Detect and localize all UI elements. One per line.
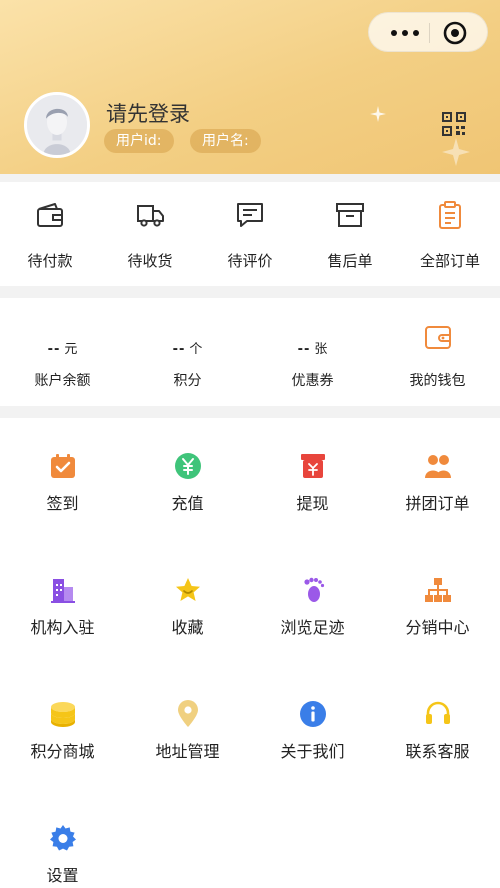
- avatar[interactable]: [24, 92, 90, 158]
- service-customer-support[interactable]: 联系客服: [375, 700, 500, 762]
- service-label: 充值: [171, 494, 204, 513]
- order-after-sales[interactable]: 售后单: [300, 200, 400, 271]
- login-prompt[interactable]: 请先登录: [106, 98, 190, 128]
- comment-icon: [237, 203, 263, 227]
- service-label: 签到: [46, 494, 79, 513]
- balance-value: -- 元: [47, 342, 78, 357]
- archive-box-icon: [336, 203, 364, 227]
- sparkle-icon: [442, 138, 470, 166]
- service-recharge[interactable]: 充值: [125, 452, 250, 514]
- service-group-orders[interactable]: 拼团订单: [375, 452, 500, 514]
- order-status-row: 待付款 待收货 待评价 售后单 全部订单: [0, 182, 500, 286]
- service-label: 浏览足迹: [280, 618, 345, 637]
- mini-program-capsule: [368, 12, 488, 52]
- service-label: 提现: [296, 494, 329, 513]
- asset-summary-row: -- 元 账户余额 -- 个 积分 -- 张 优惠券 我的钱包: [0, 298, 500, 406]
- more-menu-icon[interactable]: [381, 13, 429, 53]
- default-avatar-icon: [27, 95, 87, 155]
- order-label: 全部订单: [419, 252, 480, 270]
- service-check-in[interactable]: 签到: [0, 452, 125, 514]
- points-summary[interactable]: -- 个 积分: [125, 320, 250, 390]
- service-address-management[interactable]: 地址管理: [125, 700, 250, 762]
- delivery-truck-icon: [137, 205, 164, 227]
- coupons-value: -- 张: [297, 342, 328, 357]
- close-mini-program-icon[interactable]: [441, 19, 469, 47]
- order-pending-review[interactable]: 待评价: [200, 200, 300, 271]
- service-browse-history[interactable]: 浏览足迹: [250, 576, 375, 638]
- service-label: 收藏: [171, 618, 204, 637]
- star-icon: [175, 578, 200, 601]
- service-favorites[interactable]: 收藏: [125, 576, 250, 638]
- footprint-icon: [303, 577, 324, 602]
- sparkle-icon: [370, 106, 386, 122]
- order-pending-receipt[interactable]: 待收货: [100, 200, 200, 271]
- wallet-icon: [424, 326, 451, 349]
- capsule-divider: [429, 23, 430, 43]
- service-withdraw[interactable]: 提现: [250, 452, 375, 514]
- clipboard-icon: [439, 201, 461, 229]
- order-label: 待付款: [27, 252, 73, 270]
- my-wallet-label: 我的钱包: [409, 373, 466, 389]
- service-label: 机构入驻: [30, 618, 95, 637]
- withdraw-box-icon: [300, 454, 325, 478]
- service-points-mall[interactable]: 积分商城: [0, 700, 125, 762]
- order-all[interactable]: 全部订单: [400, 200, 500, 271]
- service-label: 拼团订单: [405, 494, 470, 513]
- service-about-us[interactable]: 关于我们: [250, 700, 375, 762]
- headset-icon: [425, 701, 450, 724]
- wallet-icon: [37, 203, 63, 227]
- user-id-badge: 用户id:: [104, 129, 174, 153]
- coin-stack-icon: [50, 702, 75, 727]
- account-balance[interactable]: -- 元 账户余额: [0, 320, 125, 390]
- my-wallet[interactable]: 我的钱包: [375, 320, 500, 390]
- org-chart-icon: [424, 578, 451, 602]
- order-label: 待评价: [227, 252, 273, 270]
- service-grid: 签到 充值 提现 拼团订单 机构入驻 收藏 浏览足迹 分销中心 积分商城 地址管…: [0, 418, 500, 888]
- coupons-summary[interactable]: -- 张 优惠券: [250, 320, 375, 390]
- service-label: 积分商城: [30, 742, 95, 761]
- order-pending-payment[interactable]: 待付款: [0, 200, 100, 271]
- user-name-badge: 用户名:: [190, 129, 261, 153]
- service-distribution-center[interactable]: 分销中心: [375, 576, 500, 638]
- group-users-icon: [424, 455, 451, 478]
- order-label: 售后单: [327, 252, 373, 270]
- location-pin-icon: [177, 700, 198, 727]
- balance-label: 账户余额: [34, 373, 91, 389]
- points-label: 积分: [173, 373, 202, 389]
- service-label: 联系客服: [405, 742, 470, 761]
- order-label: 待收货: [127, 252, 173, 270]
- qr-code-icon[interactable]: [442, 112, 466, 136]
- coupons-label: 优惠券: [291, 373, 334, 389]
- calendar-check-icon: [50, 454, 75, 478]
- info-icon: [299, 701, 326, 727]
- yen-circle-icon: [174, 453, 201, 479]
- gear-icon: [49, 825, 76, 851]
- service-settings[interactable]: 设置: [0, 824, 125, 886]
- building-icon: [50, 579, 75, 603]
- service-label: 分销中心: [405, 618, 470, 637]
- points-value: -- 个: [172, 342, 203, 357]
- service-label: 地址管理: [155, 742, 220, 761]
- profile-header: 请先登录 用户id: 用户名:: [0, 0, 500, 174]
- service-institution-join[interactable]: 机构入驻: [0, 576, 125, 638]
- service-label: 设置: [46, 866, 79, 885]
- service-label: 关于我们: [280, 742, 345, 761]
